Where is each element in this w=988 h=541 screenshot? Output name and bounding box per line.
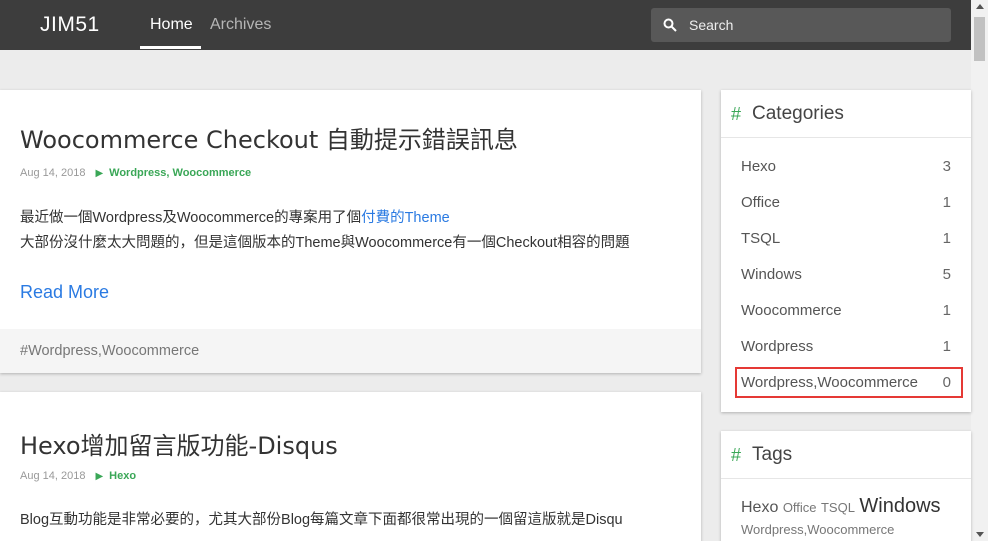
tag-link[interactable]: TSQL — [821, 500, 855, 515]
category-item[interactable]: Office 1 — [741, 194, 951, 214]
play-arrow-icon: ▶ — [95, 471, 104, 482]
category-count: 3 — [942, 158, 951, 175]
post-meta: Aug 14, 2018 ▶ Hexo — [20, 470, 136, 482]
category-name[interactable]: Woocommerce — [741, 302, 842, 319]
category-item[interactable]: TSQL 1 — [741, 230, 951, 250]
post-card: Hexo增加留言版功能-Disqus Aug 14, 2018 ▶ Hexo Blo… — [0, 392, 701, 541]
widget-title: Categories — [752, 103, 844, 124]
play-arrow-icon: ▶ — [95, 168, 104, 179]
scroll-down-arrow-icon[interactable] — [976, 532, 984, 537]
page-scrollbar[interactable] — [971, 0, 988, 541]
post-title[interactable]: Woocommerce Checkout 自動提示錯誤訊息 — [20, 120, 518, 155]
search-input[interactable] — [689, 8, 944, 42]
category-count: 1 — [942, 194, 951, 211]
nav-archives[interactable]: Archives — [210, 16, 271, 34]
search-icon — [663, 18, 677, 32]
category-count: 5 — [942, 266, 951, 283]
post-date: Aug 14, 2018 — [20, 470, 86, 482]
post-tags[interactable]: #Wordpress,Woocommerce — [20, 343, 199, 359]
post-title[interactable]: Hexo增加留言版功能-Disqus — [20, 426, 338, 461]
nav-home[interactable]: Home — [150, 16, 193, 34]
category-count: 1 — [942, 338, 951, 355]
post-meta: Aug 14, 2018 ▶ Wordpress, Woocommerce — [20, 167, 251, 179]
category-name[interactable]: Windows — [741, 266, 802, 283]
category-name[interactable]: Office — [741, 194, 780, 211]
post-footer: #Wordpress,Woocommerce — [0, 329, 701, 373]
category-name[interactable]: Wordpress,Woocommerce — [741, 374, 918, 391]
search-box[interactable] — [651, 8, 951, 42]
excerpt-link[interactable]: 付費的Theme — [361, 210, 450, 226]
category-item[interactable]: Wordpress,Woocommerce 0 — [741, 374, 951, 394]
post-excerpt: Blog互動功能是非常必要的，尤其大部份Blog每篇文章下面都很常出現的一個留這… — [20, 512, 623, 528]
category-name[interactable]: TSQL — [741, 230, 780, 247]
tag-link[interactable]: Wordpress,Woocommerce — [741, 522, 894, 537]
category-item[interactable]: Wordpress 1 — [741, 338, 951, 358]
scroll-up-arrow-icon[interactable] — [976, 4, 984, 9]
widget-header: # Tags — [721, 431, 971, 479]
nav-active-indicator — [140, 46, 201, 49]
tag-link[interactable]: Hexo — [741, 499, 778, 516]
read-more-link[interactable]: Read More — [20, 282, 109, 303]
post-date: Aug 14, 2018 — [20, 167, 86, 179]
post-categories[interactable]: Hexo — [109, 470, 136, 482]
scroll-thumb[interactable] — [974, 17, 985, 61]
categories-widget: # Categories Hexo 3 Office 1 TSQL 1 Wind… — [721, 90, 971, 412]
tag-link[interactable]: Office — [783, 500, 817, 515]
excerpt-text: 大部份沒什麼太大問題的，但是這個版本的Theme與Woocommerce有一個C… — [20, 235, 630, 251]
category-item[interactable]: Hexo 3 — [741, 158, 951, 178]
post-categories[interactable]: Wordpress, Woocommerce — [109, 167, 251, 179]
widget-title: Tags — [752, 444, 793, 465]
excerpt-text: 最近做一個Wordpress及Woocommerce的專案用了個 — [20, 210, 362, 226]
top-navbar: JIM51 Home Archives — [0, 0, 971, 50]
widget-header: # Categories — [721, 90, 971, 138]
post-card: Woocommerce Checkout 自動提示錯誤訊息 Aug 14, 20… — [0, 90, 701, 373]
site-brand[interactable]: JIM51 — [40, 13, 100, 37]
post-excerpt: 最近做一個Wordpress及Woocommerce的專案用了個付費的Theme… — [20, 206, 630, 256]
tag-cloud: Hexo Office TSQL Windows Wordpress,Wooco… — [741, 495, 961, 541]
hash-icon: # — [731, 445, 742, 465]
category-count: 1 — [942, 230, 951, 247]
category-name[interactable]: Hexo — [741, 158, 776, 175]
category-item[interactable]: Windows 5 — [741, 266, 951, 286]
category-name[interactable]: Wordpress — [741, 338, 813, 355]
category-item[interactable]: Woocommerce 1 — [741, 302, 951, 322]
hash-icon: # — [731, 104, 742, 124]
tag-link[interactable]: Windows — [859, 495, 940, 517]
category-count: 1 — [942, 302, 951, 319]
tags-widget: # Tags Hexo Office TSQL Windows Wordpres… — [721, 431, 971, 541]
category-count: 0 — [942, 374, 951, 391]
